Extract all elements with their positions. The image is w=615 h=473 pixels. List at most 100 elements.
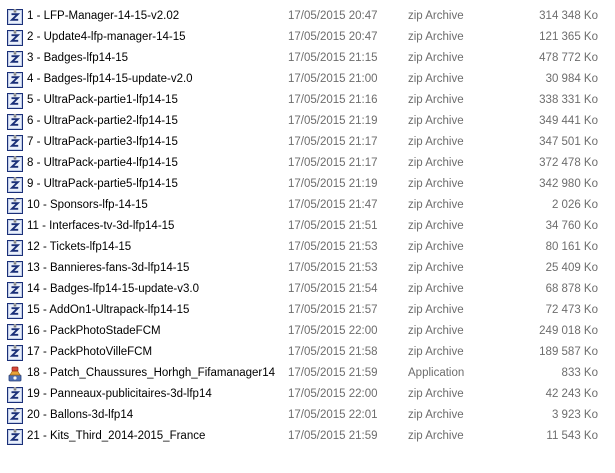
file-row[interactable]: 10 - Sponsors-lfp-14-15 17/05/2015 21:47 z…	[0, 195, 615, 216]
file-date-modified: 17/05/2015 21:19	[288, 115, 378, 127]
zip-archive-icon	[7, 9, 23, 25]
file-row[interactable]: 3 - Badges-lfp14-15 17/05/2015 21:15 zip A…	[0, 48, 615, 69]
zip-archive-icon	[7, 198, 23, 214]
file-row[interactable]: 17 - PackPhotoVilleFCM 17/05/2015 21:58 zi…	[0, 342, 615, 363]
file-type: zip Archive	[408, 220, 464, 232]
file-date-modified: 17/05/2015 21:54	[288, 283, 378, 295]
file-row[interactable]: 5 - UltraPack-partie1-lfp14-15 17/05/2015…	[0, 90, 615, 111]
file-type: zip Archive	[408, 10, 464, 22]
file-row[interactable]: 19 - Panneaux-publicitaires-3d-lfp14 17/0…	[0, 384, 615, 405]
file-type: zip Archive	[408, 304, 464, 316]
file-size: 349 441 Ko	[539, 115, 598, 127]
file-date-modified: 17/05/2015 21:19	[288, 178, 378, 190]
file-row[interactable]: 11 - Interfaces-tv-3d-lfp14-15 17/05/2015…	[0, 216, 615, 237]
file-name: 13 - Bannieres-fans-3d-lfp14-15	[27, 262, 190, 274]
file-size: 338 331 Ko	[539, 94, 598, 106]
file-row[interactable]: 4 - Badges-lfp14-15-update-v2.0 17/05/201…	[0, 69, 615, 90]
zip-archive-icon	[7, 114, 23, 130]
file-row[interactable]: 6 - UltraPack-partie2-lfp14-15 17/05/2015…	[0, 111, 615, 132]
file-size: 68 878 Ko	[545, 283, 598, 295]
file-name: 1 - LFP-Manager-14-15-v2.02	[27, 10, 180, 22]
file-type: zip Archive	[408, 115, 464, 127]
zip-archive-icon	[7, 156, 23, 172]
file-name: 9 - UltraPack-partie5-lfp14-15	[27, 178, 178, 190]
file-row[interactable]: 9 - UltraPack-partie5-lfp14-15 17/05/2015…	[0, 174, 615, 195]
zip-archive-icon	[7, 135, 23, 151]
file-row[interactable]: 7 - UltraPack-partie3-lfp14-15 17/05/2015…	[0, 132, 615, 153]
file-date-modified: 17/05/2015 22:01	[288, 409, 378, 421]
file-size: 249 018 Ko	[539, 325, 598, 337]
file-date-modified: 17/05/2015 21:57	[288, 304, 378, 316]
file-size: 30 984 Ko	[545, 73, 598, 85]
file-name: 8 - UltraPack-partie4-lfp14-15	[27, 157, 178, 169]
file-date-modified: 17/05/2015 21:17	[288, 157, 378, 169]
file-size: 189 587 Ko	[539, 346, 598, 358]
file-name: 19 - Panneaux-publicitaires-3d-lfp14	[27, 388, 212, 400]
file-size: 833 Ko	[561, 367, 598, 379]
file-row[interactable]: 1 - LFP-Manager-14-15-v2.02 17/05/2015 20…	[0, 6, 615, 27]
file-size: 34 760 Ko	[545, 220, 598, 232]
file-date-modified: 17/05/2015 21:16	[288, 94, 378, 106]
file-row[interactable]: 18 - Patch_Chaussures_Horhgh_Fifamanager…	[0, 363, 615, 384]
file-type: zip Archive	[408, 409, 464, 421]
zip-archive-icon	[7, 261, 23, 277]
file-row[interactable]: 8 - UltraPack-partie4-lfp14-15 17/05/2015…	[0, 153, 615, 174]
file-row[interactable]: 20 - Ballons-3d-lfp14 17/05/2015 22:01 zip…	[0, 405, 615, 426]
file-type: zip Archive	[408, 52, 464, 64]
file-row[interactable]: 14 - Badges-lfp14-15-update-v3.0 17/05/20…	[0, 279, 615, 300]
zip-archive-icon	[7, 93, 23, 109]
file-type: zip Archive	[408, 430, 464, 442]
file-size: 2 026 Ko	[551, 199, 598, 211]
file-type: zip Archive	[408, 283, 464, 295]
file-date-modified: 17/05/2015 21:59	[288, 367, 378, 379]
zip-archive-icon	[7, 30, 23, 46]
zip-archive-icon	[7, 387, 23, 403]
file-date-modified: 17/05/2015 21:53	[288, 262, 378, 274]
file-row[interactable]: 12 - Tickets-lfp14-15 17/05/2015 21:53 zip…	[0, 237, 615, 258]
file-type: zip Archive	[408, 241, 464, 253]
file-date-modified: 17/05/2015 21:17	[288, 136, 378, 148]
file-type: zip Archive	[408, 346, 464, 358]
file-name: 5 - UltraPack-partie1-lfp14-15	[27, 94, 178, 106]
file-date-modified: 17/05/2015 21:58	[288, 346, 378, 358]
file-row[interactable]: 21 - Kits_Third_2014-2015_France 17/05/20…	[0, 426, 615, 447]
file-date-modified: 17/05/2015 21:15	[288, 52, 378, 64]
file-size: 314 348 Ko	[539, 10, 598, 22]
file-type: zip Archive	[408, 136, 464, 148]
zip-archive-icon	[7, 282, 23, 298]
zip-archive-icon	[7, 345, 23, 361]
file-name: 12 - Tickets-lfp14-15	[27, 241, 132, 253]
file-row[interactable]: 16 - PackPhotoStadeFCM 17/05/2015 22:00 zi…	[0, 321, 615, 342]
file-size: 11 543 Ko	[546, 430, 598, 442]
file-name: 20 - Ballons-3d-lfp14	[27, 409, 134, 421]
zip-archive-icon	[7, 72, 23, 88]
file-size: 372 478 Ko	[539, 157, 598, 169]
file-type: zip Archive	[408, 388, 464, 400]
file-name: 2 - Update4-lfp-manager-14-15	[27, 31, 186, 43]
file-size: 42 243 Ko	[545, 388, 598, 400]
file-name: 4 - Badges-lfp14-15-update-v2.0	[27, 73, 193, 85]
file-row[interactable]: 15 - AddOn1-Ultrapack-lfp14-15 17/05/2015…	[0, 300, 615, 321]
application-icon	[7, 366, 23, 382]
file-size: 80 161 Ko	[545, 241, 598, 253]
file-type: zip Archive	[408, 157, 464, 169]
file-type: zip Archive	[408, 31, 464, 43]
file-date-modified: 17/05/2015 22:00	[288, 388, 378, 400]
file-type: zip Archive	[408, 94, 464, 106]
file-size: 347 501 Ko	[539, 136, 598, 148]
file-date-modified: 17/05/2015 20:47	[288, 31, 378, 43]
file-row[interactable]: 13 - Bannieres-fans-3d-lfp14-15 17/05/201…	[0, 258, 615, 279]
zip-archive-icon	[7, 240, 23, 256]
file-name: 21 - Kits_Third_2014-2015_France	[27, 430, 206, 442]
file-date-modified: 17/05/2015 21:59	[288, 430, 378, 442]
file-row[interactable]: 2 - Update4-lfp-manager-14-15 17/05/2015 …	[0, 27, 615, 48]
file-name: 3 - Badges-lfp14-15	[27, 52, 129, 64]
file-name: 18 - Patch_Chaussures_Horhgh_Fifamanager…	[27, 367, 276, 379]
file-name: 6 - UltraPack-partie2-lfp14-15	[27, 115, 178, 127]
file-name: 14 - Badges-lfp14-15-update-v3.0	[27, 283, 199, 295]
file-date-modified: 17/05/2015 21:00	[288, 73, 378, 85]
file-size: 342 980 Ko	[539, 178, 598, 190]
file-name: 15 - AddOn1-Ultrapack-lfp14-15	[27, 304, 190, 316]
file-date-modified: 17/05/2015 21:51	[288, 220, 378, 232]
zip-archive-icon	[7, 324, 23, 340]
